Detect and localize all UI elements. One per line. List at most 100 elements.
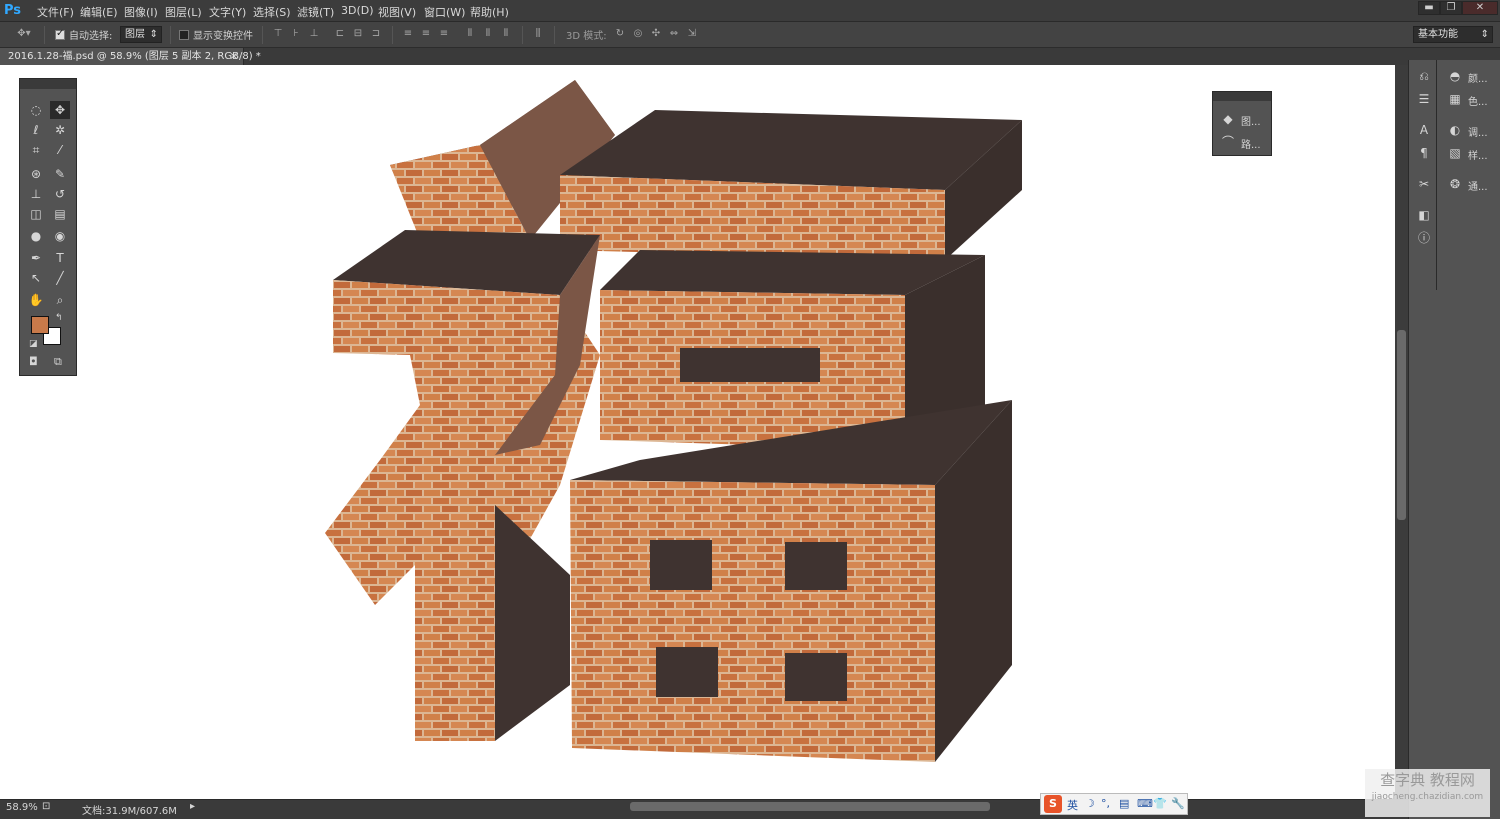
line-tool-icon[interactable]: ╱ — [50, 269, 70, 287]
swatches-icon[interactable]: ▦ — [1446, 90, 1464, 108]
distribute-hcenter-icon[interactable]: ⦀ — [482, 28, 494, 40]
menu-help[interactable]: 帮助(H) — [470, 4, 509, 20]
layers-panel-label[interactable]: 图... — [1241, 113, 1261, 128]
floating-panel-header[interactable] — [1213, 92, 1271, 101]
align-right-icon[interactable]: ⊐ — [370, 28, 382, 40]
zoom-tool-icon[interactable]: ⌕ — [50, 291, 70, 309]
menu-file[interactable]: 文件(F) — [37, 4, 74, 20]
menu-image[interactable]: 图像(I) — [124, 4, 158, 20]
3d-slide-icon[interactable]: ⇔ — [668, 28, 680, 40]
ime-skin-icon[interactable]: 👕 — [1153, 797, 1167, 810]
menu-window[interactable]: 窗口(W) — [424, 4, 465, 20]
ime-settings-icon[interactable]: 🔧 — [1171, 797, 1185, 810]
character-icon[interactable]: A — [1415, 121, 1433, 139]
adjustments-panel-label[interactable]: 调... — [1468, 124, 1488, 139]
menu-select[interactable]: 选择(S) — [253, 4, 291, 20]
eyedropper-tool-icon[interactable]: ⁄ — [50, 141, 70, 159]
restore-button[interactable]: ❐ — [1440, 1, 1462, 15]
status-menu-icon[interactable]: ▸ — [190, 801, 195, 812]
marquee-tool-icon[interactable]: ◌ — [26, 101, 46, 119]
distribute-right-icon[interactable]: ⦀ — [500, 28, 512, 40]
text-tool-icon[interactable]: T — [50, 249, 70, 267]
swatches-panel-label[interactable]: 色... — [1468, 93, 1488, 108]
3d-rotate-icon[interactable]: ↻ — [614, 28, 626, 40]
move-tool-icon[interactable]: ✥ — [50, 101, 70, 119]
quick-mask-icon[interactable]: ◘ — [29, 355, 38, 368]
dodge-tool-icon[interactable]: ◉ — [50, 227, 70, 245]
align-top-icon[interactable]: ⊤ — [272, 28, 284, 40]
gradient-tool-icon[interactable]: ▤ — [50, 205, 70, 223]
history-icon[interactable]: ⎌ — [1415, 67, 1433, 85]
magic-wand-tool-icon[interactable]: ✲ — [50, 121, 70, 139]
actions-icon[interactable]: ☰ — [1415, 90, 1433, 108]
paths-icon[interactable]: ⌒ — [1219, 133, 1237, 151]
vertical-scroll-thumb[interactable] — [1397, 330, 1406, 520]
brush-tool-icon[interactable]: ✎ — [50, 165, 70, 183]
ime-logo-icon[interactable]: S — [1044, 795, 1062, 813]
menu-layer[interactable]: 图层(L) — [165, 4, 202, 20]
layer-comps-icon[interactable]: ◧ — [1415, 206, 1433, 224]
menu-edit[interactable]: 编辑(E) — [80, 4, 118, 20]
screen-mode-icon[interactable]: ⧉ — [54, 355, 62, 369]
channels-panel-label[interactable]: 通... — [1468, 178, 1488, 193]
distribute-top-icon[interactable]: ≡ — [402, 28, 414, 40]
status-export-icon[interactable]: ⊡ — [42, 801, 50, 812]
distribute-vcenter-icon[interactable]: ≡ — [420, 28, 432, 40]
styles-icon[interactable]: ▧ — [1446, 144, 1464, 162]
paragraph-icon[interactable]: ¶ — [1415, 144, 1433, 162]
3d-scale-icon[interactable]: ⇲ — [686, 28, 698, 40]
healing-tool-icon[interactable]: ⊛ — [26, 165, 46, 183]
3d-pan-icon[interactable]: ✣ — [650, 28, 662, 40]
align-bottom-icon[interactable]: ⊥ — [308, 28, 320, 40]
ime-keyboard-icon[interactable]: ⌨ — [1137, 797, 1153, 810]
adjustments-icon[interactable]: ◐ — [1446, 121, 1464, 139]
3d-roll-icon[interactable]: ◎ — [632, 28, 644, 40]
close-window-button[interactable]: ✕ — [1462, 1, 1498, 15]
zoom-readout[interactable]: 58.9% — [6, 802, 38, 813]
hand-tool-icon[interactable]: ✋ — [26, 291, 46, 309]
document-tab[interactable]: 2016.1.28-福.psd @ 58.9% (图层 5 副本 2, RGB/… — [0, 48, 261, 65]
align-hcenter-icon[interactable]: ⊟ — [352, 28, 364, 40]
ime-punct-icon[interactable]: °, — [1101, 797, 1110, 810]
stamp-tool-icon[interactable]: ⊥ — [26, 185, 46, 203]
layers-icon[interactable]: ◆ — [1219, 110, 1237, 128]
blur-tool-icon[interactable]: ● — [26, 227, 46, 245]
move-tool-preset-icon[interactable]: ✥▾ — [14, 28, 34, 40]
crop-tool-icon[interactable]: ⌗ — [26, 141, 46, 159]
styles-panel-label[interactable]: 样... — [1468, 147, 1488, 162]
align-left-icon[interactable]: ⊏ — [334, 28, 346, 40]
align-vcenter-icon[interactable]: ⊦ — [290, 28, 302, 40]
path-select-tool-icon[interactable]: ↖ — [26, 269, 46, 287]
distribute-bottom-icon[interactable]: ≡ — [438, 28, 450, 40]
info-icon[interactable]: ⓘ — [1415, 229, 1433, 247]
history-brush-tool-icon[interactable]: ↺ — [50, 185, 70, 203]
ime-panel-icon[interactable]: ▤ — [1119, 797, 1129, 810]
pen-tool-icon[interactable]: ✒ — [26, 249, 46, 267]
color-panel-label[interactable]: 颜... — [1468, 70, 1488, 85]
minimize-button[interactable]: ▬ — [1418, 1, 1440, 15]
color-icon[interactable]: ◓ — [1446, 67, 1464, 85]
menu-type[interactable]: 文字(Y) — [209, 4, 246, 20]
toolbox-header[interactable] — [20, 79, 76, 89]
close-tab-icon[interactable]: × — [230, 48, 238, 65]
auto-select-dropdown[interactable]: 图层 ⇕ — [120, 26, 162, 43]
menu-filter[interactable]: 滤镜(T) — [297, 4, 334, 20]
distribute-left-icon[interactable]: ⦀ — [464, 28, 476, 40]
channels-icon[interactable]: ❂ — [1446, 175, 1464, 193]
eraser-tool-icon[interactable]: ◫ — [26, 205, 46, 223]
menu-view[interactable]: 视图(V) — [378, 4, 416, 20]
workspace-dropdown[interactable]: 基本功能 ⇕ — [1413, 26, 1493, 43]
document-canvas[interactable] — [0, 65, 1395, 799]
paths-panel-label[interactable]: 路... — [1241, 136, 1261, 151]
foreground-color-swatch[interactable] — [31, 316, 49, 334]
lasso-tool-icon[interactable]: ℓ — [26, 121, 46, 139]
swap-colors-icon[interactable]: ↰ — [55, 313, 63, 323]
panel-dock-header[interactable] — [1408, 48, 1500, 60]
auto-select-checkbox[interactable]: ✓ — [55, 28, 65, 40]
show-transform-checkbox[interactable] — [179, 30, 189, 40]
horizontal-scroll-thumb[interactable] — [630, 802, 990, 811]
tool-presets-icon[interactable]: ✂ — [1415, 175, 1433, 193]
default-colors-icon[interactable]: ◪ — [29, 339, 38, 349]
ime-mode-label[interactable]: 英 — [1067, 797, 1078, 813]
menu-3d[interactable]: 3D(D) — [341, 4, 374, 17]
